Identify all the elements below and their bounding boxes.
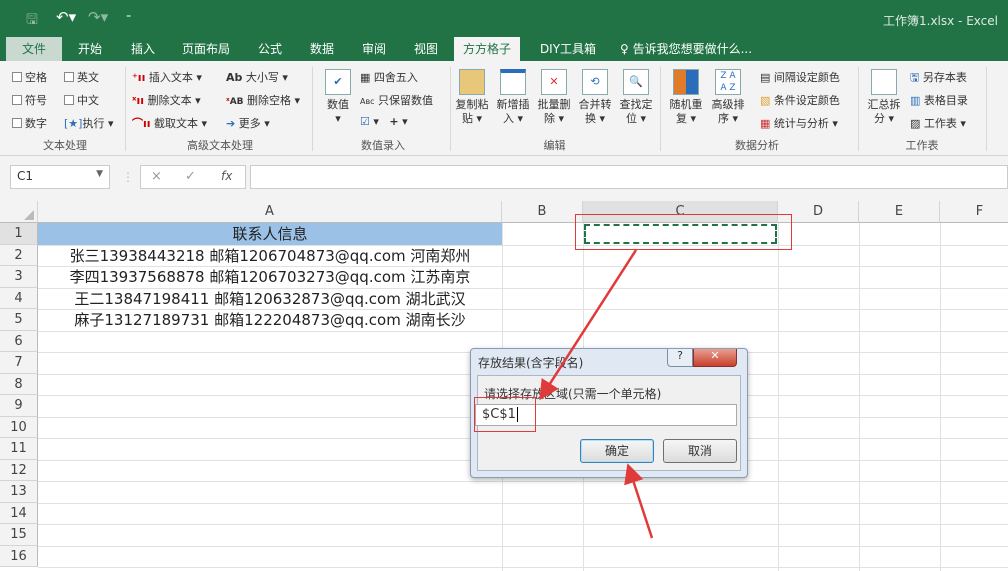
arrow-to-input: [539, 249, 638, 401]
arrow-to-ok: [624, 463, 654, 539]
annotation-arrows: [539, 249, 654, 539]
